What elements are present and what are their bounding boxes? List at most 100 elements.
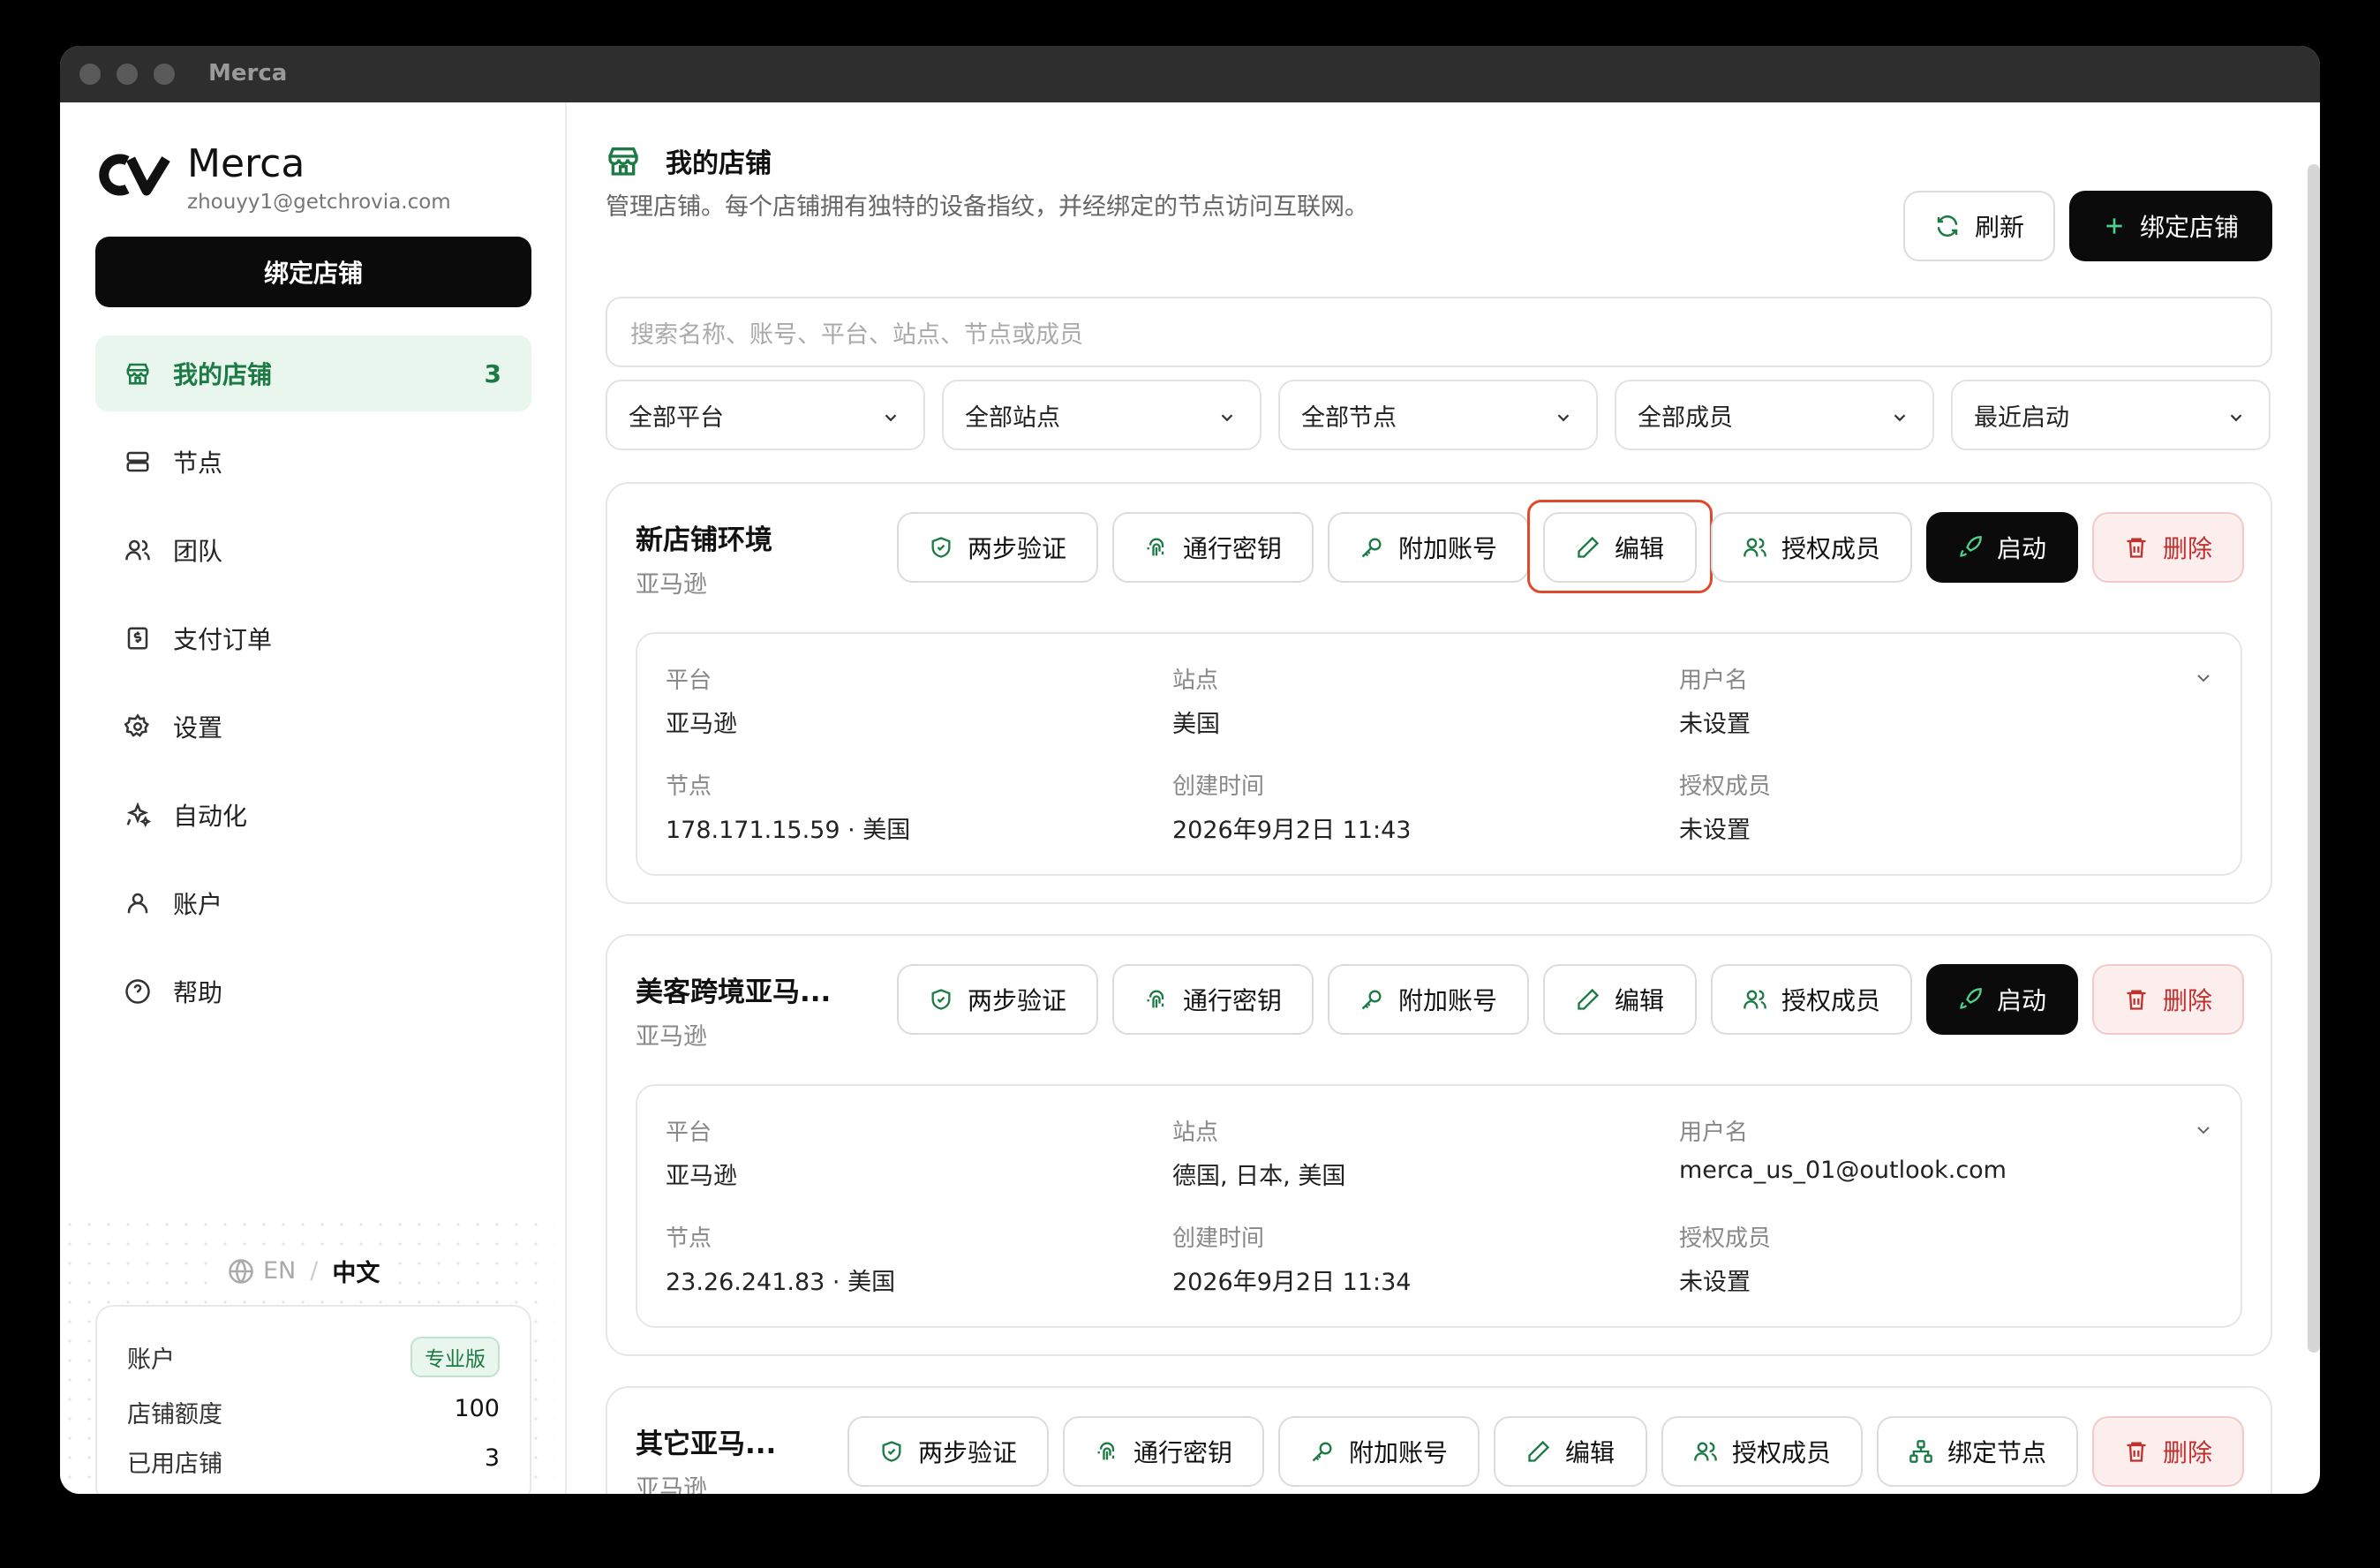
sidebar-item-team[interactable]: 团队 <box>95 512 531 588</box>
two-factor-label: 两步验证 <box>967 534 1066 563</box>
edit-button[interactable]: 编辑 <box>1494 1416 1647 1487</box>
username-label: 用户名 <box>1679 1119 1749 1146</box>
store-name: 美客跨境亚马... <box>636 976 832 1008</box>
search-input[interactable]: 搜索名称、账号、平台、站点、节点或成员 <box>606 297 2272 367</box>
used-stores-label: 已用店铺 <box>127 1451 222 1478</box>
user-email: zhouyy1@getchrovia.com <box>187 191 451 214</box>
two-factor-button[interactable]: 两步验证 <box>897 964 1098 1035</box>
chevron-down-icon[interactable] <box>2193 667 2214 689</box>
sidebar-item-label: 支付订单 <box>173 625 273 654</box>
authorize-members-button[interactable]: 授权成员 <box>1711 512 1912 583</box>
launch-button[interactable]: 启动 <box>1926 512 2078 583</box>
delete-button[interactable]: 删除 <box>2092 1416 2244 1487</box>
page-title: 我的店铺 <box>666 148 772 179</box>
extra-account-button[interactable]: 附加账号 <box>1328 512 1529 583</box>
refresh-button[interactable]: 刷新 <box>1903 191 2055 261</box>
sidebar-item-automation[interactable]: 自动化 <box>95 777 531 853</box>
zoom-window-button[interactable] <box>154 64 175 85</box>
two-factor-button[interactable]: 两步验证 <box>847 1416 1049 1487</box>
site-filter-value: 全部站点 <box>965 403 1060 432</box>
platform-filter-select[interactable]: 全部平台 <box>606 380 925 450</box>
chevron-down-icon <box>885 414 897 422</box>
chevron-down-icon <box>1221 414 1233 422</box>
shield-check-icon <box>929 987 953 1012</box>
bind-node-label: 绑定节点 <box>1947 1438 2046 1467</box>
two-factor-button[interactable]: 两步验证 <box>897 512 1098 583</box>
launch-label: 启动 <box>1996 534 2046 563</box>
edit-label: 编辑 <box>1564 1438 1615 1467</box>
sidebar: Merca zhouyy1@getchrovia.com 绑定店铺 我的店铺 3… <box>60 102 567 1494</box>
network-icon <box>1909 1439 1933 1464</box>
used-stores-value: 3 <box>484 1444 500 1472</box>
sidebar-item-label: 帮助 <box>173 978 223 1007</box>
trash-icon <box>2124 1439 2149 1464</box>
bind-store-sidebar-button[interactable]: 绑定店铺 <box>95 237 531 307</box>
store-platform: 亚马逊 <box>636 1475 707 1494</box>
site-filter-select[interactable]: 全部站点 <box>942 380 1262 450</box>
sort-value: 最近启动 <box>1974 403 2069 432</box>
bind-store-button[interactable]: 绑定店铺 <box>2069 191 2272 261</box>
chevron-down-icon <box>2230 414 2242 422</box>
member-filter-value: 全部成员 <box>1638 403 1733 432</box>
store-card: 美客跨境亚马... 亚马逊 两步验证 通行密钥 附加账号 编辑 授权成员 启动 … <box>606 934 2272 1356</box>
merca-logo-icon <box>99 154 170 196</box>
store-details-panel: 平台 亚马逊 站点 德国, 日本, 美国 用户名 merca_us_01@out… <box>636 1084 2242 1328</box>
rocket-icon <box>1958 987 1983 1012</box>
help-icon <box>124 977 152 1006</box>
sidebar-item-my-stores[interactable]: 我的店铺 3 <box>95 335 531 411</box>
refresh-icon <box>1934 213 1961 239</box>
key-icon <box>1310 1439 1335 1464</box>
authorize-label: 授权成员 <box>1781 986 1880 1015</box>
store-header-icon <box>606 143 641 178</box>
store-name: 新店铺环境 <box>636 524 772 556</box>
sort-select[interactable]: 最近启动 <box>1951 380 2271 450</box>
edit-button-highlight <box>1527 500 1713 593</box>
lang-option-zh[interactable]: 中文 <box>332 1254 380 1288</box>
extra-account-label: 附加账号 <box>1348 1438 1448 1467</box>
minimize-window-button[interactable] <box>117 64 138 85</box>
node-value: 23.26.241.83 · 美国 <box>666 1269 896 1296</box>
refresh-label: 刷新 <box>1974 213 2024 242</box>
bind-node-button[interactable]: 绑定节点 <box>1877 1416 2078 1487</box>
passkey-button[interactable]: 通行密钥 <box>1112 964 1314 1035</box>
fingerprint-icon <box>1144 987 1169 1012</box>
account-summary-card: 账户 专业版 店铺额度 100 已用店铺 3 <box>95 1305 531 1494</box>
vertical-scrollbar[interactable] <box>2308 164 2320 1353</box>
delete-label: 删除 <box>2162 986 2212 1015</box>
authorize-members-button[interactable]: 授权成员 <box>1711 964 1912 1035</box>
platform-label: 平台 <box>666 667 712 694</box>
close-window-button[interactable] <box>79 64 101 85</box>
users-icon <box>1743 987 1767 1012</box>
lang-option-en[interactable]: EN <box>263 1257 296 1285</box>
sidebar-item-label: 团队 <box>173 537 223 566</box>
passkey-label: 通行密钥 <box>1133 1438 1232 1467</box>
authorize-label: 授权成员 <box>1731 1438 1831 1467</box>
trash-icon <box>2124 535 2149 560</box>
passkey-button[interactable]: 通行密钥 <box>1112 512 1314 583</box>
node-filter-select[interactable]: 全部节点 <box>1278 380 1598 450</box>
sidebar-item-account[interactable]: 账户 <box>95 865 531 941</box>
page-description: 管理店铺。每个店铺拥有独特的设备指纹，并经绑定的节点访问互联网。 <box>606 193 1368 221</box>
extra-account-button[interactable]: 附加账号 <box>1278 1416 1480 1487</box>
chevron-down-icon[interactable] <box>2193 1119 2214 1141</box>
launch-button[interactable]: 启动 <box>1926 964 2078 1035</box>
members-value: 未设置 <box>1679 1269 1751 1296</box>
sidebar-item-settings[interactable]: 设置 <box>95 689 531 765</box>
member-filter-select[interactable]: 全部成员 <box>1615 380 1934 450</box>
sidebar-item-label: 节点 <box>173 449 223 478</box>
store-quota-value: 100 <box>454 1395 500 1422</box>
extra-account-label: 附加账号 <box>1397 534 1497 563</box>
authorize-members-button[interactable]: 授权成员 <box>1661 1416 1863 1487</box>
sparkles-icon <box>124 801 152 829</box>
delete-button[interactable]: 删除 <box>2092 512 2244 583</box>
extra-account-button[interactable]: 附加账号 <box>1328 964 1529 1035</box>
store-name: 其它亚马... <box>636 1429 777 1460</box>
delete-button[interactable]: 删除 <box>2092 964 2244 1035</box>
store-details-panel: 平台 亚马逊 站点 美国 用户名 未设置 节点 178.171.15.59 · … <box>636 632 2242 876</box>
title-bar: Merca <box>60 46 2320 102</box>
sidebar-item-help[interactable]: 帮助 <box>95 954 531 1029</box>
edit-button[interactable]: 编辑 <box>1543 964 1697 1035</box>
sidebar-item-nodes[interactable]: 节点 <box>95 424 531 500</box>
passkey-button[interactable]: 通行密钥 <box>1063 1416 1264 1487</box>
sidebar-item-payment-orders[interactable]: 支付订单 <box>95 600 531 676</box>
